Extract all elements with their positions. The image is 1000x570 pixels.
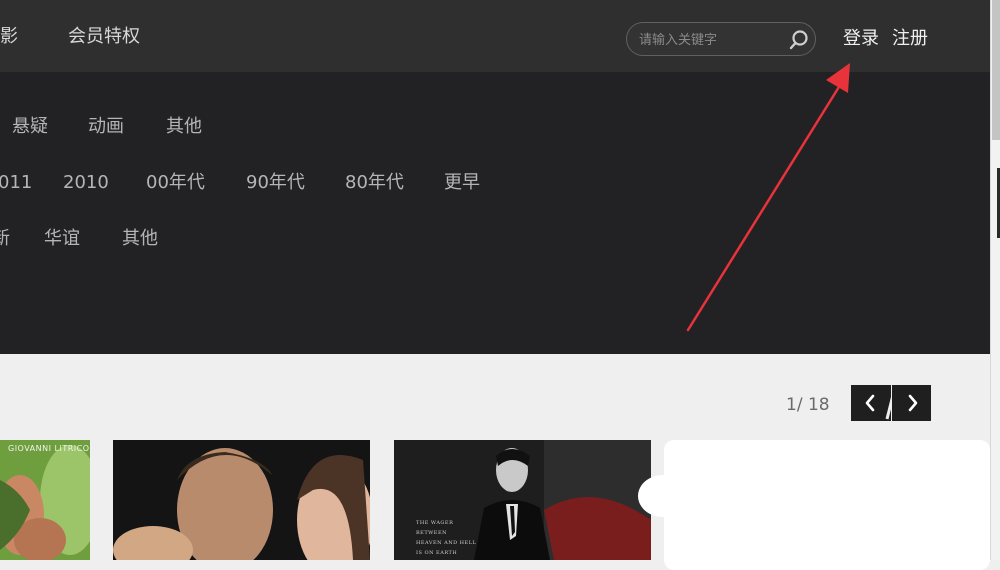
- login-link[interactable]: 登录: [843, 28, 879, 50]
- poster-image: [113, 440, 370, 560]
- redacted-poster-card: [664, 440, 990, 570]
- filter-year-2000s[interactable]: 00年代: [146, 172, 205, 194]
- register-link[interactable]: 注册: [892, 28, 928, 50]
- filter-studio-xin[interactable]: 新: [0, 228, 10, 250]
- redaction-blob: [638, 475, 688, 517]
- nav-item-vip-privileges[interactable]: 会员特权: [68, 26, 140, 48]
- poster-image: [0, 440, 90, 560]
- filter-genre-other[interactable]: 其他: [166, 116, 202, 138]
- poster-brand-text: GIOVANNI LITRICO: [8, 444, 90, 453]
- poster-tagline: THE WAGER BETWEEN HEAVEN AND HELL IS ON …: [416, 520, 477, 556]
- search-icon[interactable]: [787, 28, 811, 52]
- filter-studio-huayi[interactable]: 华谊: [44, 228, 80, 250]
- nav-item-movies[interactable]: 影: [0, 26, 18, 48]
- filter-year-2011[interactable]: 011: [0, 172, 32, 194]
- filter-genre-animation[interactable]: 动画: [88, 116, 124, 138]
- filter-genre-mystery[interactable]: 悬疑: [12, 116, 48, 138]
- next-page-button[interactable]: [892, 385, 931, 421]
- scrollbar[interactable]: [990, 0, 1000, 560]
- prev-page-button[interactable]: [851, 385, 891, 421]
- filter-panel: 悬疑 动画 其他 011 2010 00年代 90年代 80年代 更早 新 华谊…: [0, 72, 990, 354]
- filter-year-earlier[interactable]: 更早: [444, 172, 480, 194]
- scrollbar-thumb[interactable]: [992, 0, 1000, 140]
- chevron-right-icon: [908, 394, 918, 412]
- filter-year-1980s[interactable]: 80年代: [345, 172, 404, 194]
- movie-poster-3[interactable]: THE WAGER BETWEEN HEAVEN AND HELL IS ON …: [394, 440, 651, 560]
- top-nav-bar: 影 会员特权 登录 注册: [0, 0, 990, 72]
- chevron-left-icon: [865, 394, 891, 420]
- filter-year-1990s[interactable]: 90年代: [246, 172, 305, 194]
- page-indicator: 1/ 18: [786, 395, 830, 415]
- search-input[interactable]: [639, 30, 779, 50]
- filter-year-2010[interactable]: 2010: [63, 172, 109, 194]
- search-box: [626, 22, 816, 56]
- filter-studio-other[interactable]: 其他: [122, 228, 158, 250]
- movie-poster-1[interactable]: GIOVANNI LITRICO: [0, 440, 90, 560]
- movie-poster-2[interactable]: [113, 440, 370, 560]
